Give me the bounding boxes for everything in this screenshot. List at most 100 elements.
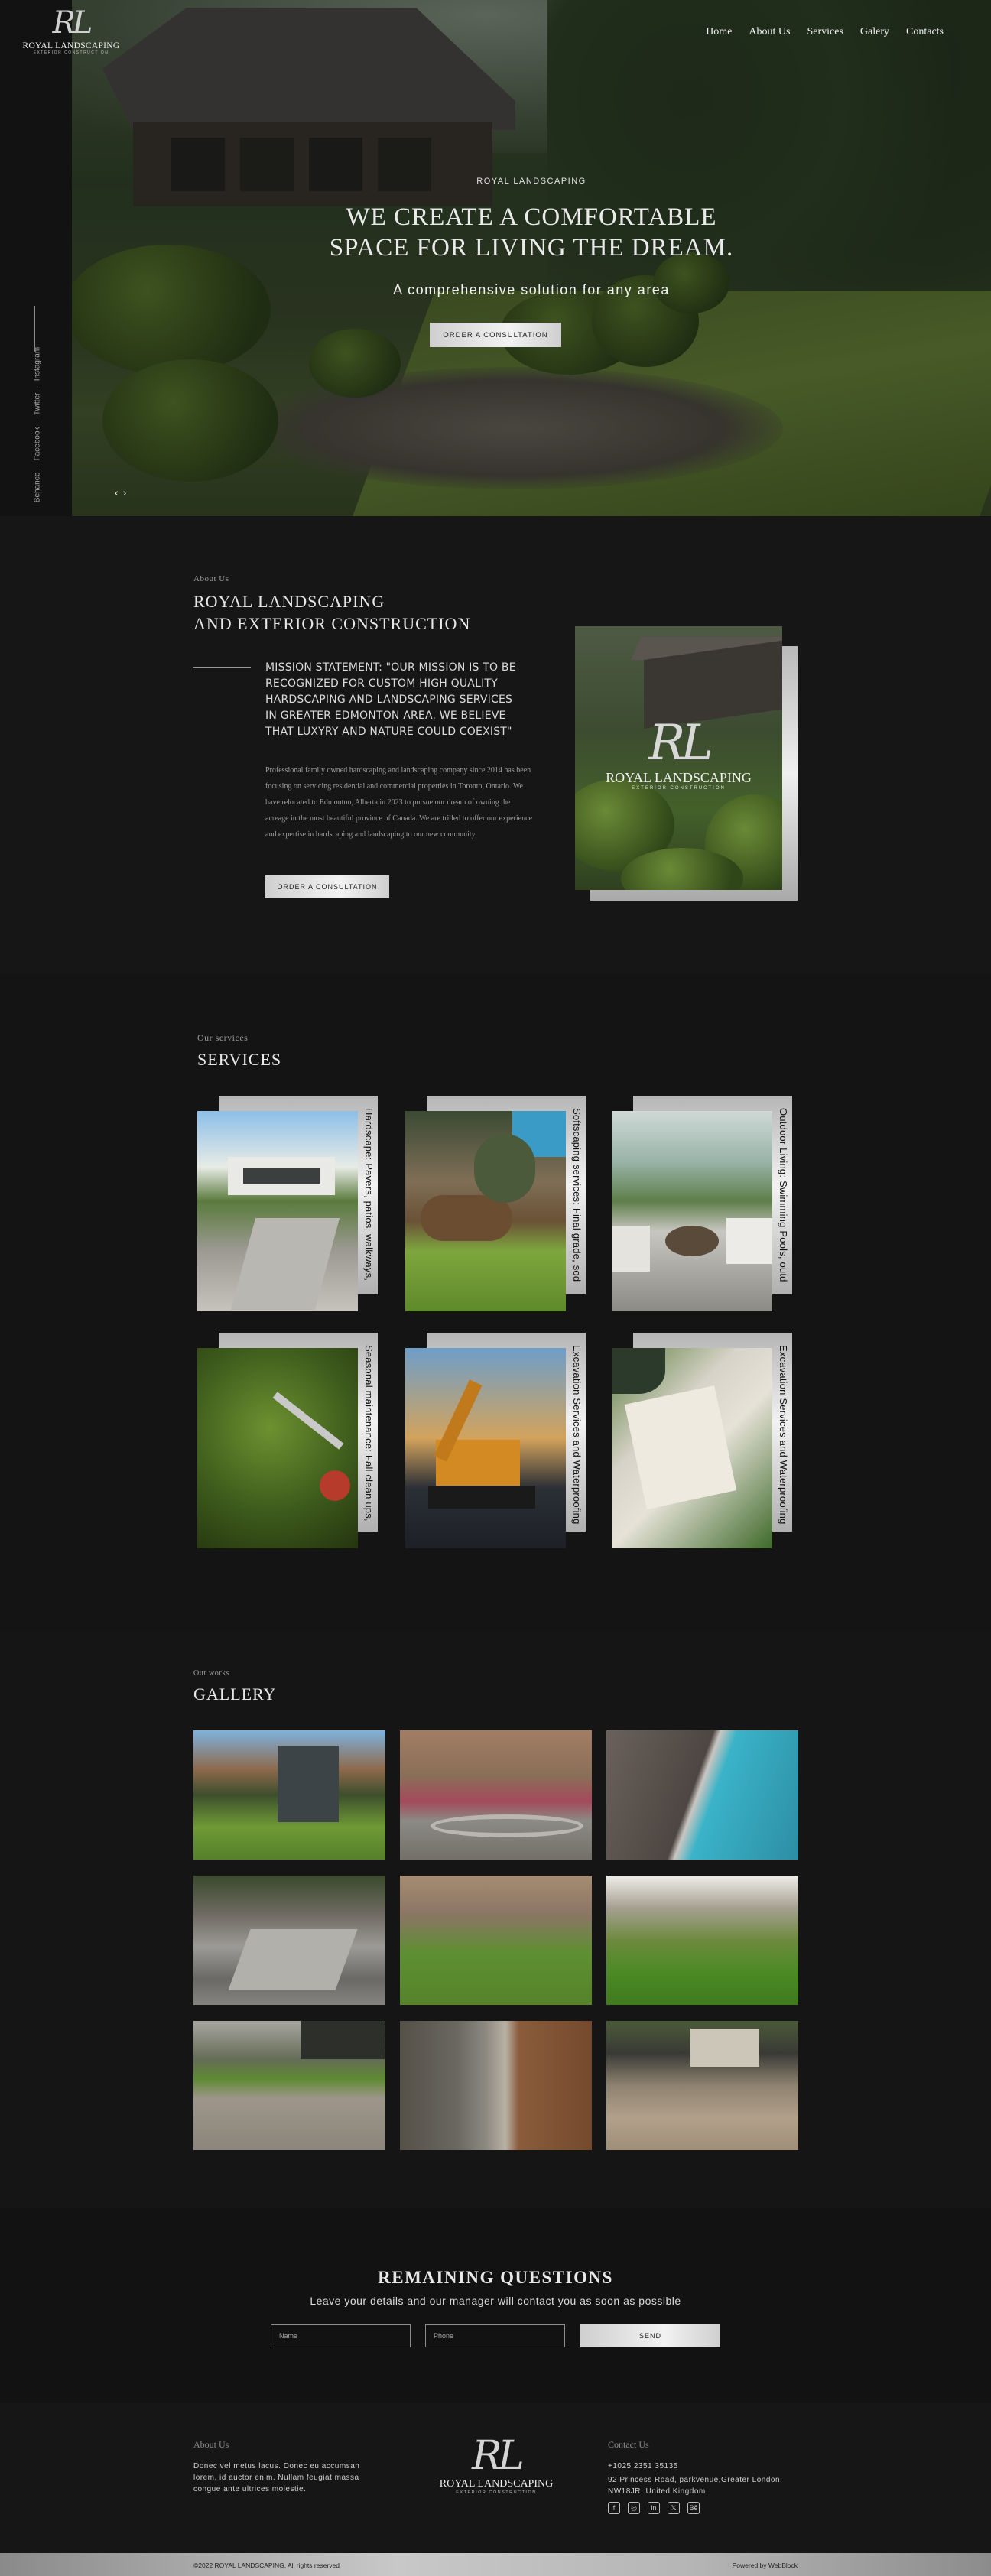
about-logo-tagline: EXTERIOR CONSTRUCTION [632, 786, 726, 791]
hero-eyebrow: ROYAL LANDSCAPING [476, 177, 586, 186]
footer-about-heading: About Us [193, 2439, 229, 2450]
service-caption: Excavation Services and Waterproofing [571, 1345, 583, 1525]
service-image-softscaping [405, 1111, 566, 1311]
services-title: SERVICES [197, 1050, 282, 1069]
about-title-line-1: ROYAL LANDSCAPING [193, 592, 385, 611]
copyright-text: ©2022 ROYAL LANDSCAPING. All rights rese… [193, 2561, 340, 2569]
social-separator: - [33, 465, 42, 468]
service-caption: Seasonal maintenance: Fall clean ups, [363, 1345, 375, 1522]
gallery-image-4[interactable] [193, 1876, 385, 2005]
about-title: ROYAL LANDSCAPING AND EXTERIOR CONSTRUCT… [193, 590, 470, 635]
service-image-outdoor-living [612, 1111, 772, 1311]
hero-section: RL ROYAL LANDSCAPING EXTERIOR CONSTRUCTI… [0, 0, 991, 516]
logo-tagline: EXTERIOR CONSTRUCTION [33, 50, 109, 55]
service-caption: Softscaping services: Final grade, sod [571, 1108, 583, 1282]
footer-phone[interactable]: +1025 2351 35135 [608, 2461, 799, 2472]
questions-subtitle: Leave your details and our manager will … [310, 2295, 681, 2307]
service-card-outdoor-living[interactable]: Outdoor Living: Swimming Pools, outd [612, 1096, 792, 1311]
about-title-line-2: AND EXTERIOR CONSTRUCTION [193, 614, 471, 633]
nav-home[interactable]: Home [706, 26, 732, 38]
footer: About Us Donec vel metus lacus. Donec eu… [0, 2403, 991, 2553]
service-caption: Outdoor Living: Swimming Pools, outd [778, 1108, 789, 1282]
gallery-image-5[interactable] [400, 1876, 592, 2005]
nav-contacts[interactable]: Contacts [906, 26, 944, 38]
slider-arrows: ‹ › [115, 486, 126, 499]
footer-logo-monogram: RL [472, 2433, 525, 2479]
service-image-waterproofing [612, 1348, 772, 1548]
contact-form-section: REMAINING QUESTIONS Leave your details a… [0, 2208, 991, 2403]
about-body-text: Professional family owned hardscaping an… [265, 766, 532, 839]
service-card-excavation[interactable]: Excavation Services and Waterproofing [405, 1333, 586, 1548]
hero-title: WE CREATE A COMFORTABLE SPACE FOR LIVING… [72, 202, 991, 263]
social-instagram[interactable]: Instagram [34, 347, 42, 381]
header-logo[interactable]: RL ROYAL LANDSCAPING EXTERIOR CONSTRUCTI… [14, 5, 128, 63]
gallery-eyebrow: Our works [193, 1669, 229, 1678]
service-card-hardscape[interactable]: Hardscape: Pavers, patios, walkways, [197, 1096, 378, 1311]
footer-about-text: Donec vel metus lacus. Donec eu accumsan… [193, 2462, 360, 2493]
nav-about-us[interactable]: About Us [749, 26, 790, 38]
gallery-image-8[interactable] [400, 2021, 592, 2150]
about-image: RL ROYAL LANDSCAPING EXTERIOR CONSTRUCTI… [575, 626, 782, 890]
social-links: Behance - Facebook - Twitter - Instagram [28, 306, 43, 502]
about-section: About Us ROYAL LANDSCAPING AND EXTERIOR … [0, 516, 991, 973]
about-consultation-button[interactable]: ORDER A CONSULTATION [265, 875, 389, 898]
service-caption: Excavation Services and Waterproofing [778, 1345, 789, 1525]
social-behance[interactable]: Behance [34, 473, 42, 502]
nav-galery[interactable]: Galery [860, 26, 889, 38]
gallery-section: Our works GALLERY [0, 1631, 991, 2208]
about-image-logo: RL ROYAL LANDSCAPING EXTERIOR CONSTRUCTI… [575, 716, 782, 791]
logo-monogram: RL [52, 5, 93, 41]
about-eyebrow: About Us [193, 574, 229, 583]
service-card-seasonal-maintenance[interactable]: Seasonal maintenance: Fall clean ups, [197, 1333, 378, 1548]
gallery-title: GALLERY [193, 1684, 277, 1704]
footer-logo-name: ROYAL LANDSCAPING [439, 2478, 554, 2490]
services-section: Our services SERVICES Hardscape: Pavers,… [0, 973, 991, 1631]
hero-consultation-button[interactable]: ORDER A CONSULTATION [430, 323, 561, 347]
send-button[interactable]: SEND [580, 2324, 720, 2347]
linkedin-icon[interactable]: in [648, 2502, 660, 2514]
name-input[interactable] [271, 2324, 411, 2347]
gallery-image-2[interactable] [400, 1730, 592, 1860]
x-twitter-icon[interactable]: 𝕏 [668, 2502, 680, 2514]
chevron-right-icon[interactable]: › [123, 486, 127, 499]
service-card-waterproofing[interactable]: Excavation Services and Waterproofing [612, 1333, 792, 1548]
gallery-image-1[interactable] [193, 1730, 385, 1860]
gallery-image-3[interactable] [606, 1730, 798, 1860]
phone-input[interactable] [425, 2324, 565, 2347]
hero-title-line-2: SPACE FOR LIVING THE DREAM. [329, 234, 734, 261]
footer-logo-tagline: EXTERIOR CONSTRUCTION [456, 2490, 537, 2495]
gallery-image-6[interactable] [606, 1876, 798, 2005]
main-nav: Home About Us Services Galery Contacts [706, 26, 944, 38]
service-image-hardscape [197, 1111, 358, 1311]
social-twitter[interactable]: Twitter [34, 393, 42, 415]
logo-name: ROYAL LANDSCAPING [22, 41, 120, 50]
facebook-icon[interactable]: f [608, 2502, 620, 2514]
social-facebook[interactable]: Facebook [34, 427, 42, 460]
footer-address: 92 Princess Road, parkvenue,Greater Lond… [608, 2476, 783, 2496]
mission-statement: MISSION STATEMENT: "OUR MISSION IS TO BE… [265, 661, 516, 738]
chevron-left-icon[interactable]: ‹ [115, 486, 119, 499]
social-separator: - [33, 420, 42, 423]
service-caption: Hardscape: Pavers, patios, walkways, [363, 1108, 375, 1282]
behance-icon[interactable]: Bē [687, 2502, 700, 2514]
gallery-image-9[interactable] [606, 2021, 798, 2150]
about-divider [193, 667, 251, 668]
footer-logo[interactable]: RL ROYAL LANDSCAPING EXTERIOR CONSTRUCTI… [432, 2434, 560, 2495]
service-card-softscaping[interactable]: Softscaping services: Final grade, sod [405, 1096, 586, 1311]
questions-title: REMAINING QUESTIONS [378, 2268, 613, 2287]
instagram-icon[interactable]: ◎ [628, 2502, 640, 2514]
gallery-image-7[interactable] [193, 2021, 385, 2150]
footer-contact-heading: Contact Us [608, 2439, 649, 2450]
about-logo-monogram: RL [648, 715, 713, 772]
powered-by-link[interactable]: Powered by WebBlock [733, 2561, 798, 2569]
about-logo-name: ROYAL LANDSCAPING [606, 770, 752, 785]
footer-social-icons: f ◎ in 𝕏 Bē [608, 2502, 700, 2514]
social-separator: - [33, 385, 42, 388]
service-image-seasonal-maintenance [197, 1348, 358, 1548]
nav-services[interactable]: Services [807, 26, 843, 38]
service-image-excavation [405, 1348, 566, 1548]
services-eyebrow: Our services [197, 1032, 249, 1043]
copyright-bar: ©2022 ROYAL LANDSCAPING. All rights rese… [0, 2553, 991, 2576]
hero-subtitle: A comprehensive solution for any area [393, 282, 670, 297]
hero-title-line-1: WE CREATE A COMFORTABLE [346, 203, 717, 231]
